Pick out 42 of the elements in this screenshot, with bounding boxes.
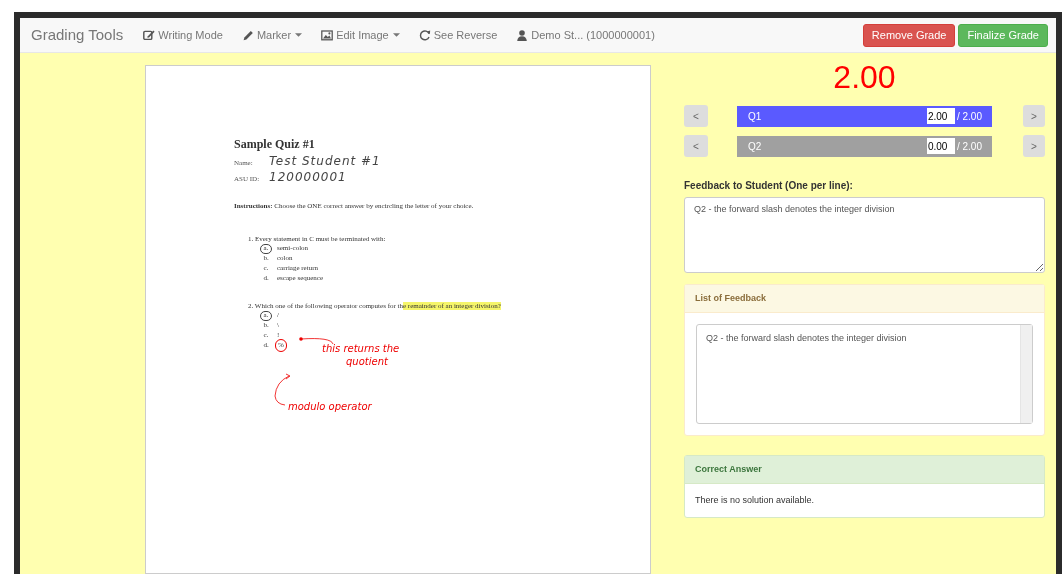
next-button[interactable]: > <box>1023 135 1045 157</box>
handwritten-note: modulo operator <box>288 400 372 413</box>
brand-title[interactable]: Grading Tools <box>31 23 124 47</box>
panel-heading: List of Feedback <box>685 285 1044 313</box>
next-button[interactable]: > <box>1023 105 1045 127</box>
previous-button[interactable]: < <box>684 105 708 127</box>
score-input[interactable]: 0.00 <box>926 138 955 154</box>
edit-icon <box>143 29 156 41</box>
nav-link[interactable]: Writing Mode <box>143 26 223 44</box>
panel-heading: Correct Answer <box>685 456 1044 484</box>
question-bar[interactable]: Q2 0.00 / 2.00 <box>737 135 992 157</box>
finalize-grade-button[interactable]: Finalize Grade <box>958 23 1048 47</box>
pencil-icon <box>241 29 254 41</box>
handwritten-note: this returns the quotient <box>322 342 400 368</box>
question-bar[interactable]: Q1 2.00 / 2.00 <box>737 105 992 127</box>
score-input[interactable]: 2.00 <box>926 108 955 124</box>
remove-grade-button[interactable]: Remove Grade <box>862 23 956 47</box>
correct-answer-text: There is no solution available. <box>694 493 816 507</box>
quiz-title: Sample Quiz #1 <box>234 136 316 152</box>
max-score: / 2.00 <box>956 139 982 154</box>
caret-icon <box>392 33 400 37</box>
nav-link[interactable]: Edit Image <box>321 26 400 44</box>
scrollbar[interactable] <box>1020 325 1032 423</box>
feedback-item[interactable]: Q2 - the forward slash denotes the integer division <box>706 331 1011 345</box>
annotation-arrow <box>299 337 334 345</box>
refresh-icon <box>418 29 431 41</box>
handwritten-answer: 120000001 <box>269 170 347 184</box>
nav-link[interactable]: Marker <box>241 26 303 44</box>
previous-button[interactable]: < <box>684 135 708 157</box>
grade-total: 2.00 <box>832 58 897 97</box>
feedback-list[interactable]: Q2 - the forward slash denotes the integer division <box>696 324 1033 424</box>
question-label: Q1 <box>748 109 763 124</box>
user-icon <box>516 29 529 41</box>
nav-link[interactable]: Demo St... (1000000001) <box>516 26 655 44</box>
caret-icon <box>295 33 303 37</box>
question-label: Q2 <box>748 139 763 154</box>
max-score: / 2.00 <box>956 109 982 124</box>
nav-link[interactable]: See Reverse <box>418 26 498 44</box>
image-icon <box>321 29 334 41</box>
feedback-field[interactable]: Q2 - the forward slash denotes the integer division <box>684 197 1045 273</box>
feedback-label: Feedback to Student (One per line): <box>684 179 854 193</box>
handwritten-answer: Test Student #1 <box>269 154 381 168</box>
